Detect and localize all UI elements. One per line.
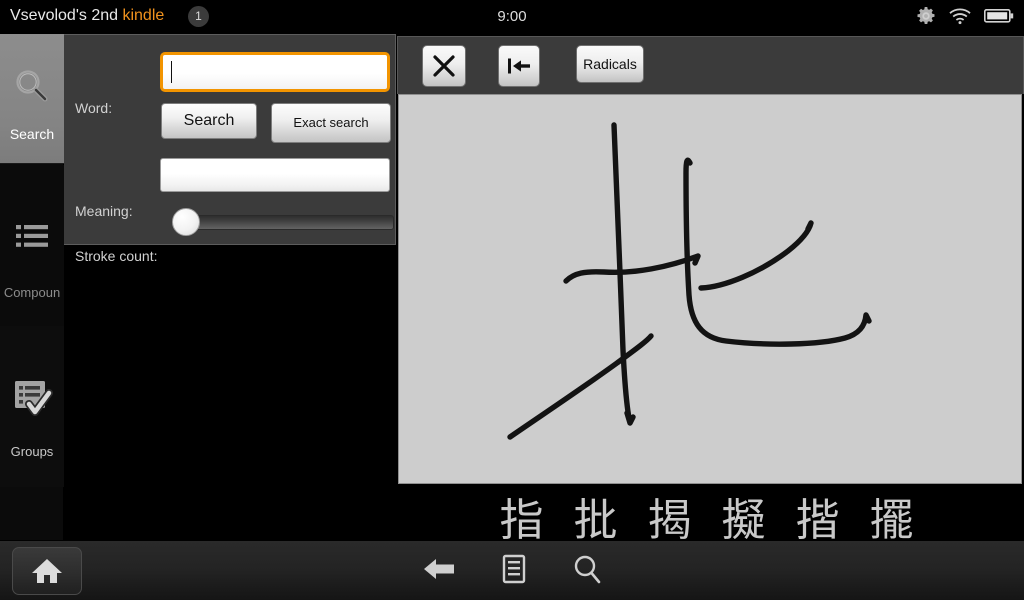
bottom-navigation-bar	[0, 540, 1024, 600]
search-panel: Word: Search Exact search Meaning: Strok…	[64, 34, 396, 264]
nav-center-group	[0, 541, 1024, 600]
stroke-count-label: Stroke count:	[75, 248, 158, 264]
handwriting-panel: Radicals 指 批 揭 擬 揩 擺	[397, 36, 1024, 546]
menu-button[interactable]	[500, 554, 528, 589]
stroke-count-slider[interactable]	[172, 208, 394, 236]
status-icons	[916, 6, 1014, 26]
handwriting-toolbar: Radicals	[397, 36, 1024, 94]
sidebar-item-groups[interactable]: Groups	[0, 326, 64, 487]
back-button[interactable]	[422, 555, 456, 588]
meaning-label: Meaning:	[75, 203, 133, 219]
sidebar-item-compounds[interactable]: Compoun	[0, 165, 64, 326]
menu-icon	[502, 554, 526, 583]
search-button-nav[interactable]	[572, 554, 602, 589]
handwriting-canvas[interactable]	[398, 94, 1022, 484]
sidebar-item-search[interactable]: Search	[0, 34, 64, 164]
home-button[interactable]	[12, 547, 82, 595]
sidebar-item-label: Search	[9, 126, 55, 142]
back-arrow-icon	[424, 558, 454, 579]
backspace-arrow-icon	[508, 58, 530, 74]
slider-thumb[interactable]	[172, 208, 200, 236]
sidebar-item-label: Compoun	[3, 285, 61, 300]
list-icon	[0, 165, 64, 285]
wifi-icon[interactable]	[948, 7, 972, 25]
app-root: Vsevolod's 2nd kindle 1 9:00 Search Comp…	[0, 0, 1024, 600]
backspace-button[interactable]	[498, 45, 540, 87]
gear-icon[interactable]	[916, 6, 936, 26]
magnifier-icon	[0, 34, 64, 126]
battery-icon[interactable]	[984, 8, 1014, 24]
sidebar: Search Compoun Groups	[0, 34, 64, 540]
text-caret	[171, 61, 172, 83]
word-label: Word:	[75, 100, 113, 116]
search-button[interactable]: Search	[161, 103, 257, 139]
slider-track[interactable]	[182, 215, 394, 230]
meaning-input[interactable]	[160, 158, 390, 192]
clear-button[interactable]	[422, 45, 466, 87]
exact-search-button[interactable]: Exact search	[271, 103, 391, 143]
close-icon	[433, 55, 455, 77]
search-icon	[574, 555, 601, 583]
home-icon	[32, 559, 62, 583]
handwritten-strokes	[507, 122, 872, 440]
sidebar-item-label: Groups	[10, 444, 54, 459]
radicals-button[interactable]: Radicals	[576, 45, 644, 83]
list-check-icon	[0, 326, 64, 444]
status-bar: Vsevolod's 2nd kindle 1 9:00	[0, 0, 1024, 34]
word-input[interactable]	[160, 52, 390, 92]
clock: 9:00	[497, 8, 527, 25]
